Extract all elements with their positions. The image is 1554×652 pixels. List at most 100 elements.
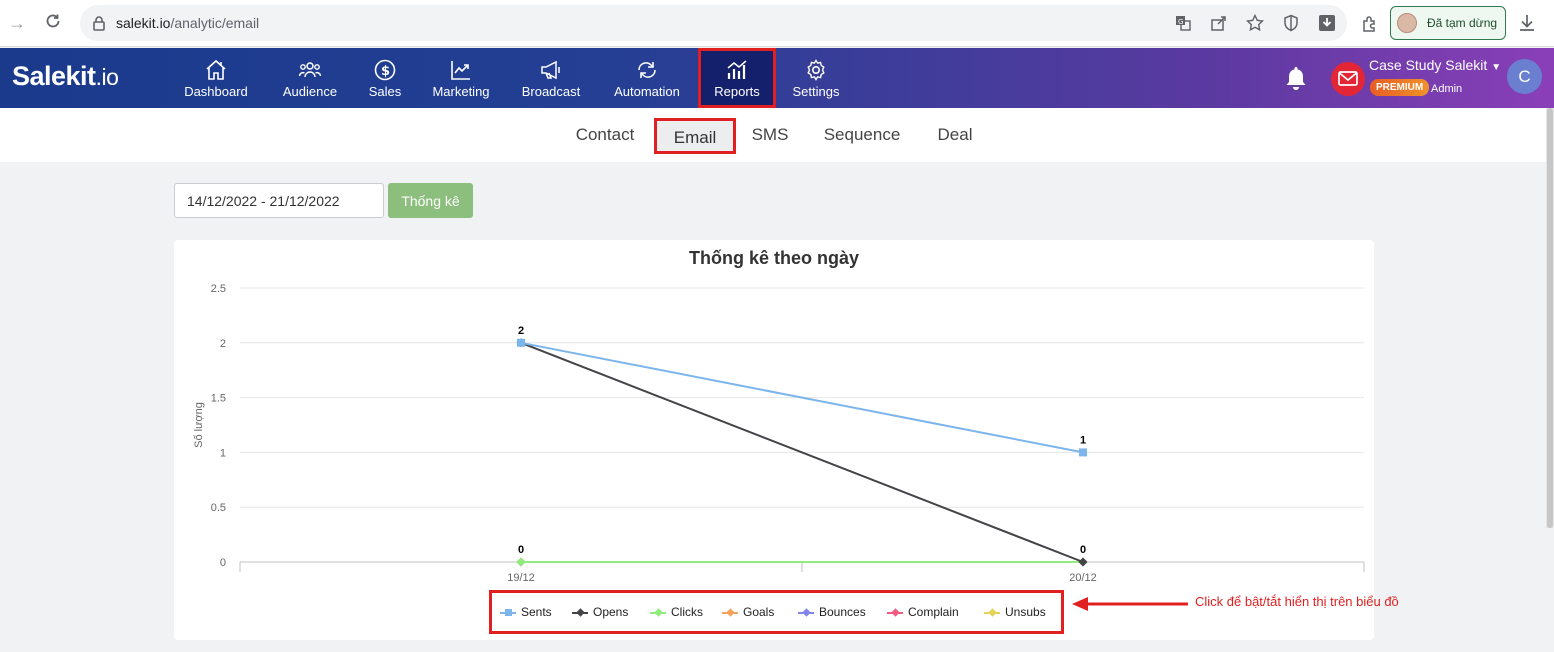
dollar-icon: $: [374, 59, 396, 81]
shield-icon[interactable]: [1282, 14, 1300, 32]
annotation-text: Click để bật/tắt hiển thị trên biểu đồ: [1195, 594, 1399, 609]
legend-label: Complain: [908, 605, 959, 619]
daily-stats-chart: Thống kê theo ngày 0 0.5 1 1.5 2 2.5 Số lượng 19…: [193, 248, 1365, 584]
scrollbar-thumb[interactable]: [1547, 108, 1553, 528]
avatar[interactable]: C: [1507, 59, 1542, 94]
account-dropdown[interactable]: Case Study Salekit ▼: [1369, 57, 1501, 73]
tab-sms[interactable]: SMS: [744, 118, 796, 154]
download-box-icon[interactable]: [1318, 14, 1336, 32]
point-sents: [517, 338, 525, 347]
legend-label: Unsubs: [1005, 605, 1046, 619]
share-icon[interactable]: [1210, 14, 1228, 32]
annotation-arrow: [1072, 597, 1188, 611]
tab-sequence[interactable]: Sequence: [816, 118, 908, 154]
megaphone-icon: [541, 60, 560, 80]
profile-avatar: [1397, 13, 1417, 33]
mail-button[interactable]: [1331, 62, 1365, 96]
data-label: 2: [518, 325, 524, 337]
url-host: salekit.io: [116, 15, 171, 31]
nav-label: Automation: [614, 84, 680, 99]
logo-suffix: .io: [95, 64, 119, 90]
nav-label: Marketing: [432, 84, 490, 99]
nav-label: Reports: [714, 84, 760, 99]
legend-marker: [988, 608, 997, 617]
legend-marker: [802, 608, 811, 617]
star-icon[interactable]: [1246, 14, 1264, 32]
legend-marker: [576, 608, 585, 617]
downloads-icon[interactable]: [1516, 12, 1538, 34]
home-icon: [206, 59, 226, 80]
reload-icon[interactable]: [42, 12, 64, 34]
nav-sales[interactable]: $ Sales: [362, 48, 408, 108]
nav-marketing[interactable]: Marketing: [428, 48, 494, 108]
account-name: Case Study Salekit: [1369, 57, 1488, 73]
nav-dashboard[interactable]: Dashboard: [180, 48, 252, 108]
chart-title: Thống kê theo ngày: [689, 248, 859, 268]
forward-icon[interactable]: →: [6, 12, 28, 34]
nav-label: Audience: [282, 84, 338, 99]
nav-label: Sales: [368, 84, 402, 99]
tab-email[interactable]: Email: [654, 118, 736, 154]
tab-contact[interactable]: Contact: [566, 118, 644, 154]
legend-marker: [726, 608, 735, 617]
y-tick-label: 2.5: [211, 283, 226, 295]
address-bar[interactable]: salekit.io/analytic/email G: [80, 5, 1347, 41]
stats-button[interactable]: Thống kê: [388, 183, 473, 218]
translate-icon[interactable]: G: [1174, 14, 1192, 32]
legend-marker: [654, 608, 663, 617]
trend-icon: [451, 61, 470, 80]
page-scrollbar[interactable]: [1546, 108, 1554, 528]
nav-broadcast[interactable]: Broadcast: [518, 48, 584, 108]
data-label: 0: [518, 544, 524, 556]
y-tick-label: 2: [220, 338, 226, 350]
legend-label: Opens: [593, 605, 629, 619]
chart-legend: Sents Opens Clicks Goals Bounces Complain Unsu…: [489, 590, 1064, 634]
paused-label: Đã tạm dừng: [1427, 16, 1498, 30]
nav-label: Settings: [792, 84, 840, 99]
y-tick-label: 0: [220, 557, 226, 569]
logo-main: Salekit: [12, 61, 96, 91]
svg-text:$: $: [381, 64, 390, 79]
gear-icon: [807, 59, 825, 81]
users-icon: [298, 62, 322, 78]
browser-toolbar: → salekit.io/analytic/email G Đã tạm dừn…: [0, 0, 1554, 47]
notification-bell-icon[interactable]: [1284, 65, 1308, 91]
cycle-icon: [638, 62, 656, 78]
point-clicks: [516, 557, 526, 567]
x-tick-label: 19/12: [507, 572, 535, 584]
mail-icon: [1338, 71, 1358, 86]
legend-label: Bounces: [819, 605, 866, 619]
salekit-logo[interactable]: Salekit.io: [12, 61, 119, 92]
bar-chart-icon: [727, 60, 747, 79]
url-path: /analytic/email: [170, 15, 260, 31]
caret-down-icon: ▼: [1491, 62, 1502, 73]
url-text: salekit.io/analytic/email: [116, 15, 259, 31]
legend-label: Goals: [743, 605, 775, 619]
nav-label: Broadcast: [521, 84, 581, 99]
date-range-input[interactable]: [174, 183, 384, 218]
premium-badge: PREMIUM: [1370, 79, 1430, 96]
tab-deal[interactable]: Deal: [928, 118, 982, 154]
legend-label: Sents: [521, 605, 552, 619]
y-tick-label: 1: [220, 447, 226, 459]
nav-audience[interactable]: Audience: [278, 48, 342, 108]
report-tabs: Contact Email SMS Sequence Deal: [0, 108, 1554, 162]
y-axis-label: Số lượng: [193, 402, 205, 448]
chart-card: Thống kê theo ngày 0 0.5 1 1.5 2 2.5 Số lượng 19…: [174, 240, 1374, 640]
data-label: 0: [1080, 544, 1086, 556]
lock-icon: [93, 16, 105, 31]
point-sents: [1079, 448, 1087, 457]
account-role: Admin: [1431, 83, 1463, 95]
point-opens: [1078, 557, 1088, 567]
nav-settings[interactable]: Settings: [790, 48, 842, 108]
app-header: Salekit.io Dashboard Audience $ Sales Ma…: [0, 48, 1554, 108]
x-tick-label: 20/12: [1069, 572, 1097, 584]
y-tick-label: 1.5: [211, 393, 226, 405]
profile-paused-button[interactable]: Đã tạm dừng: [1390, 6, 1506, 40]
svg-text:G: G: [1178, 18, 1183, 26]
nav-automation[interactable]: Automation: [610, 48, 684, 108]
y-tick-label: 0.5: [211, 502, 226, 514]
legend-marker: [891, 608, 900, 617]
nav-reports[interactable]: Reports: [698, 48, 776, 108]
extensions-icon[interactable]: [1360, 14, 1380, 34]
